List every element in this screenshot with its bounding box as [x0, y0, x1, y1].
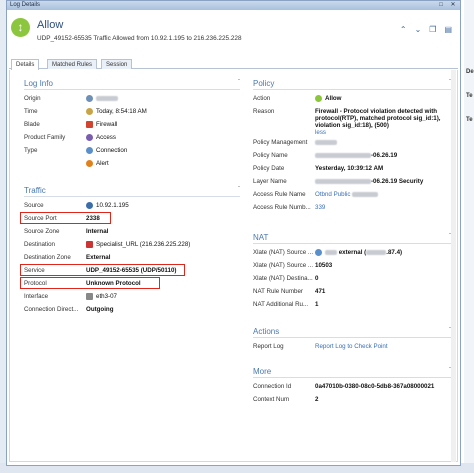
divider: [253, 337, 451, 338]
section-title: Log Info ˆ: [24, 79, 240, 88]
close-icon[interactable]: ✕: [447, 1, 459, 10]
section-title: NAT ˆ: [253, 233, 451, 242]
redacted-value: [325, 250, 337, 255]
policy-section: Policy ˆ Action Allow Reason Firewall - Pr…: [253, 79, 451, 211]
firewall-icon: [86, 121, 93, 128]
details-panel: Log Info ˆ Origin Time Today, 8:54:18 AM B…: [9, 70, 458, 462]
background-label: De: [466, 69, 474, 75]
actions-section: Actions ˆ Report Log Report Log to Check P…: [253, 327, 451, 350]
tab-details[interactable]: Details: [11, 59, 40, 70]
interface-icon: [86, 293, 93, 300]
section-title: Traffic ˆ: [24, 186, 240, 195]
host-icon: [315, 249, 322, 256]
redacted-value: [315, 139, 337, 145]
access-icon: [86, 134, 93, 141]
traffic-section: Traffic ˆ Source 10.92.1.195 Source Port 23…: [20, 186, 240, 313]
log-header: ↕ Allow UDP_49152-65535 Traffic Allowed …: [7, 11, 460, 53]
section-title: Policy ˆ: [253, 79, 451, 88]
background-label: Te: [466, 93, 473, 99]
redacted-value: [315, 152, 371, 158]
document-icon[interactable]: ▤: [444, 25, 452, 34]
divider: [253, 377, 451, 378]
tab-bar: Details Matched Rules Session: [9, 59, 458, 70]
collapse-icon[interactable]: ˆ: [449, 80, 451, 86]
collapse-icon[interactable]: ˆ: [449, 328, 451, 334]
redacted-value: [352, 191, 379, 197]
header-toolbar: ⌃ ⌄ ❐ ▤: [400, 25, 452, 34]
log-details-window: Log Details □ ✕ ↕ Allow UDP_49152-65535 …: [6, 0, 461, 466]
highlight-box: [20, 277, 160, 289]
copy-icon[interactable]: ❐: [429, 25, 436, 34]
section-title: More ˆ: [253, 367, 451, 376]
tab-matched-rules[interactable]: Matched Rules: [47, 59, 98, 69]
section-title: Actions ˆ: [253, 327, 451, 336]
log-subtitle: UDP_49152-65535 Traffic Allowed from 10.…: [37, 35, 242, 42]
background-label: Te: [466, 117, 473, 123]
redacted-value: [315, 178, 371, 184]
more-section: More ˆ Connection Id 0a47010b-0380-08c0-5d…: [253, 367, 451, 403]
maximize-icon[interactable]: □: [435, 1, 447, 10]
collapse-icon[interactable]: ˆ: [238, 187, 240, 193]
clock-icon: [86, 108, 93, 115]
nat-section: NAT ˆ Xlate (NAT) Source ... external (.8…: [253, 233, 451, 308]
connection-icon: [86, 147, 93, 154]
background-app-right: De Te Te: [464, 0, 474, 473]
log-info-section: Log Info ˆ Origin Time Today, 8:54:18 AM B…: [24, 79, 240, 168]
allow-icon: [315, 95, 322, 102]
highlight-box: [20, 212, 111, 224]
highlight-box: [20, 264, 185, 276]
alert-icon: [86, 160, 93, 167]
chevron-down-icon[interactable]: ⌄: [415, 25, 422, 34]
collapse-icon[interactable]: ˆ: [238, 80, 240, 86]
gateway-icon: [86, 95, 93, 102]
less-link[interactable]: less: [315, 129, 326, 136]
redacted-value: [96, 96, 118, 101]
us-flag-icon: [86, 241, 93, 248]
collapse-icon[interactable]: ˆ: [449, 368, 451, 374]
divider: [24, 196, 240, 197]
window-title: Log Details: [10, 2, 41, 8]
host-icon: [86, 202, 93, 209]
chevron-up-icon[interactable]: ⌃: [400, 25, 407, 34]
title-bar[interactable]: Log Details □ ✕: [7, 1, 460, 10]
tab-session[interactable]: Session: [101, 59, 133, 69]
log-title: Allow: [37, 19, 64, 31]
redacted-value: [366, 250, 387, 255]
allow-icon: ↕: [11, 18, 30, 37]
report-log-link[interactable]: Report Log to Check Point: [315, 343, 388, 350]
divider: [253, 89, 451, 90]
collapse-icon[interactable]: ˆ: [449, 234, 451, 240]
scrollbar[interactable]: [451, 70, 456, 462]
divider: [253, 243, 451, 244]
divider: [24, 89, 240, 90]
